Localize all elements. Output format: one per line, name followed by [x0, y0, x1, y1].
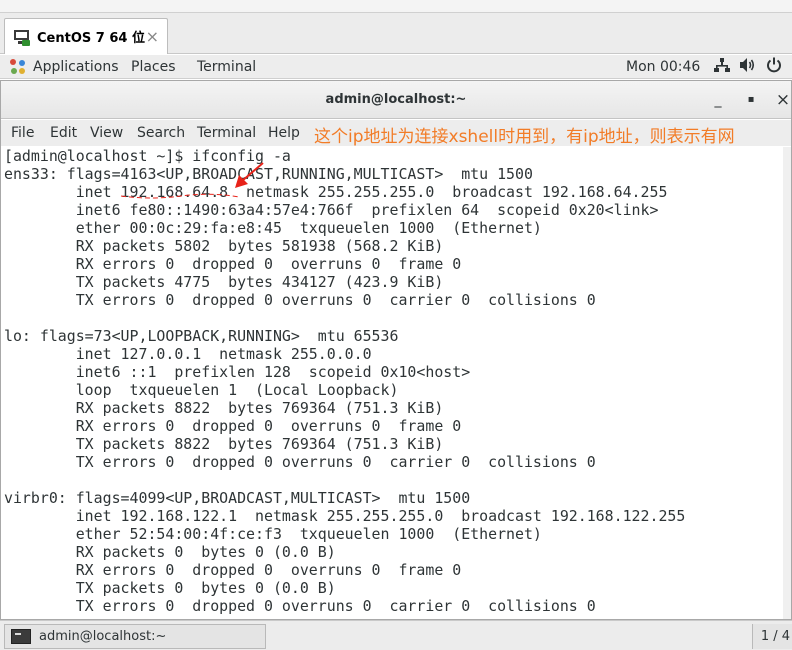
vm-tab-strip: CentOS 7 64 位 × — [0, 0, 792, 54]
terminal-line: RX packets 5802 bytes 581938 (568.2 KiB) — [4, 237, 444, 255]
volume-icon — [740, 58, 755, 72]
terminal-line: ether 00:0c:29:fa:e8:45 txqueuelen 1000 … — [4, 219, 542, 237]
menu-search[interactable]: Search — [137, 125, 185, 141]
terminal-line: loop txqueuelen 1 (Local Loopback) — [4, 381, 399, 399]
menu-edit[interactable]: Edit — [50, 125, 77, 141]
terminal-output[interactable]: [admin@localhost ~]$ ifconfig -a ens33: … — [1, 147, 791, 619]
vm-tab-close-icon[interactable]: × — [146, 28, 159, 45]
terminal-line: TX errors 0 dropped 0 overruns 0 carrier… — [4, 597, 596, 615]
clock[interactable]: Mon 00:46 — [626, 59, 700, 75]
menu-file[interactable]: File — [11, 125, 34, 141]
terminal-line: lo: flags=73<UP,LOOPBACK,RUNNING> mtu 65… — [4, 327, 399, 345]
close-button[interactable]: × — [773, 90, 792, 110]
terminal-line: inet 127.0.0.1 netmask 255.0.0.0 — [4, 345, 372, 363]
taskbar-terminal-item[interactable]: admin@localhost:~ — [4, 624, 266, 649]
terminal-line: RX errors 0 dropped 0 overruns 0 frame 0 — [4, 417, 462, 435]
vm-tab-title: CentOS 7 64 位 — [37, 31, 145, 46]
terminal-line: RX errors 0 dropped 0 overruns 0 frame 0 — [4, 561, 462, 579]
terminal-line: TX packets 4775 bytes 434127 (423.9 KiB) — [4, 273, 444, 291]
system-tray[interactable] — [714, 57, 782, 73]
terminal-line: RX packets 0 bytes 0 (0.0 B) — [4, 543, 336, 561]
annotation-text: 这个ip地址为连接xshell时用到，有ip地址，则表示有网 — [314, 127, 735, 147]
terminal-line: inet6 ::1 prefixlen 128 scopeid 0x10<hos… — [4, 363, 471, 381]
menu-terminal[interactable]: Terminal — [197, 125, 256, 141]
terminal-line: TX packets 8822 bytes 769364 (751.3 KiB) — [4, 435, 444, 453]
terminal-window: admin@localhost:~ _ ▪ × File Edit View S… — [0, 80, 792, 620]
terminal-line: RX errors 0 dropped 0 overruns 0 frame 0 — [4, 255, 462, 273]
terminal-line: virbr0: flags=4099<UP,BROADCAST,MULTICAS… — [4, 489, 471, 507]
vm-tab-centos[interactable]: CentOS 7 64 位 × — [4, 18, 168, 54]
bottom-taskbar: admin@localhost:~ 1 / 4 — [0, 620, 792, 650]
workspace-pager[interactable]: 1 / 4 — [752, 624, 792, 649]
virtual-machine-icon — [13, 28, 31, 46]
gnome-top-bar: Applications Places Terminal Mon 00:46 — [0, 55, 792, 79]
window-title: admin@localhost:~ — [325, 92, 467, 107]
terminal-line: RX packets 8822 bytes 769364 (751.3 KiB) — [4, 399, 444, 417]
network-icon — [714, 58, 730, 72]
terminal-scrollbar[interactable] — [783, 147, 791, 619]
terminal-line: TX packets 0 bytes 0 (0.0 B) — [4, 579, 336, 597]
terminal-line: ether 52:54:00:4f:ce:f3 txqueuelen 1000 … — [4, 525, 542, 543]
applications-menu[interactable]: Applications — [10, 58, 119, 75]
terminal-line: TX errors 0 dropped 0 overruns 0 carrier… — [4, 291, 596, 309]
taskbar-item-label: admin@localhost:~ — [39, 629, 167, 644]
terminal-line: [admin@localhost ~]$ ifconfig -a — [4, 147, 291, 165]
menu-view[interactable]: View — [90, 125, 123, 141]
terminal-line: inet 192.168.64.8 netmask 255.255.255.0 … — [4, 183, 668, 201]
terminal-text: [admin@localhost ~]$ ifconfig -a ens33: … — [4, 147, 685, 615]
menu-help[interactable]: Help — [268, 125, 300, 141]
window-titlebar[interactable]: admin@localhost:~ _ ▪ × — [1, 81, 791, 119]
minimize-button[interactable]: _ — [708, 90, 728, 110]
applications-label: Applications — [33, 58, 119, 75]
power-icon — [767, 57, 781, 73]
terminal-line: ens33: flags=4163<UP,BROADCAST,RUNNING,M… — [4, 165, 533, 183]
terminal-icon — [11, 629, 31, 644]
applications-icon — [10, 58, 26, 75]
terminal-line: TX errors 0 dropped 0 overruns 0 carrier… — [4, 453, 596, 471]
places-menu[interactable]: Places — [131, 59, 176, 75]
terminal-line: inet6 fe80::1490:63a4:57e4:766f prefixle… — [4, 201, 659, 219]
vm-toolbar-edge — [0, 0, 792, 13]
terminal-app-menu[interactable]: Terminal — [197, 59, 256, 75]
maximize-button[interactable]: ▪ — [741, 90, 761, 110]
terminal-line: inet 192.168.122.1 netmask 255.255.255.0… — [4, 507, 686, 525]
